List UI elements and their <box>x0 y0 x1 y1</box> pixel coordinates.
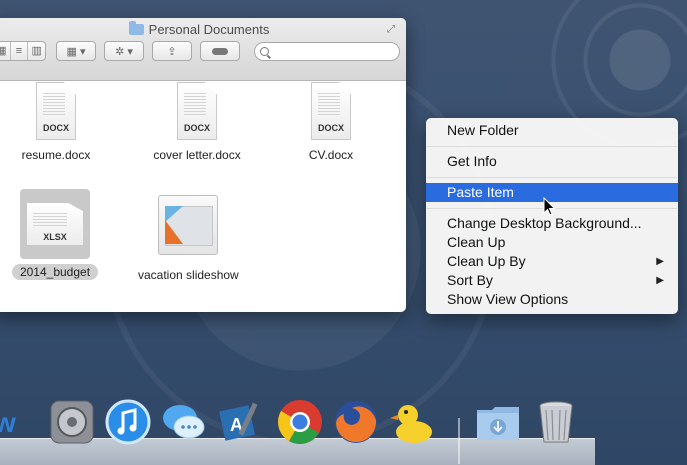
file-name: 2014_budget <box>11 264 99 280</box>
list-view-icon[interactable]: ≡ <box>11 42 29 60</box>
file-item-selected[interactable]: XLSX 2014_budget <box>5 202 105 280</box>
chrome-icon[interactable] <box>276 398 324 446</box>
docx-file-icon: DOCX <box>177 82 217 140</box>
menu-item-sort-by[interactable]: Sort By ▶ <box>426 271 678 290</box>
file-name: resume.docx <box>21 148 91 162</box>
file-name: cover letter.docx <box>153 148 241 162</box>
docx-file-icon: DOCX <box>36 82 76 140</box>
menu-item-show-view-options[interactable]: Show View Options <box>426 290 678 309</box>
downloads-folder-icon[interactable] <box>474 398 522 446</box>
finder-window: Personal Documents ⤢ ▦ ≡ ▥ ▦ ▾ ✲ ▾ ⇪ DOC… <box>0 18 406 312</box>
docx-file-icon: DOCX <box>311 82 351 140</box>
file-item[interactable]: vacation slideshow <box>138 195 239 282</box>
menu-item-get-info[interactable]: Get Info <box>426 152 678 171</box>
partial-app-icon[interactable]: w <box>0 398 26 446</box>
finder-titlebar[interactable]: Personal Documents ⤢ ▦ ≡ ▥ ▦ ▾ ✲ ▾ ⇪ <box>0 18 406 81</box>
system-preferences-icon[interactable] <box>48 398 96 446</box>
search-icon <box>260 47 269 56</box>
firefox-icon[interactable] <box>332 398 380 446</box>
menu-item-clean-up[interactable]: Clean Up <box>426 233 678 252</box>
folder-icon <box>128 21 144 35</box>
window-title: Personal Documents <box>0 21 406 37</box>
keynote-file-icon <box>158 195 218 255</box>
menu-item-clean-up-by[interactable]: Clean Up By ▶ <box>426 252 678 271</box>
fullscreen-icon[interactable]: ⤢ <box>387 24 398 35</box>
file-item[interactable]: DOCX CV.docx <box>281 82 381 162</box>
cyberduck-icon[interactable] <box>388 398 436 446</box>
view-mode-segmented-control[interactable]: ▦ ≡ ▥ <box>0 41 46 61</box>
menu-item-new-folder[interactable]: New Folder <box>426 121 678 140</box>
tag-icon <box>212 47 228 55</box>
share-button[interactable]: ⇪ <box>152 41 192 61</box>
dock-separator <box>458 418 460 464</box>
column-view-icon[interactable]: ▥ <box>28 42 45 60</box>
file-name: CV.docx <box>308 148 354 162</box>
file-item[interactable]: DOCX resume.docx <box>6 82 106 162</box>
submenu-arrow-icon: ▶ <box>656 256 664 267</box>
menu-separator <box>427 146 677 147</box>
menu-separator <box>427 177 677 178</box>
arrange-button[interactable]: ▦ ▾ <box>56 41 96 61</box>
itunes-icon[interactable] <box>104 398 152 446</box>
xcode-icon[interactable]: A <box>216 398 264 446</box>
file-item[interactable]: DOCX cover letter.docx <box>147 82 247 162</box>
submenu-arrow-icon: ▶ <box>656 275 664 286</box>
action-gear-button[interactable]: ✲ ▾ <box>104 41 144 61</box>
tags-button[interactable] <box>200 41 240 61</box>
icon-view-icon[interactable]: ▦ <box>0 42 11 60</box>
trash-icon[interactable] <box>532 398 580 446</box>
mouse-pointer-icon <box>543 197 556 216</box>
xlsx-file-icon: XLSX <box>26 202 84 246</box>
messages-icon[interactable] <box>160 398 208 446</box>
search-field[interactable] <box>254 42 400 61</box>
svg-text:w: w <box>0 407 16 438</box>
file-name: vacation slideshow <box>138 268 239 282</box>
